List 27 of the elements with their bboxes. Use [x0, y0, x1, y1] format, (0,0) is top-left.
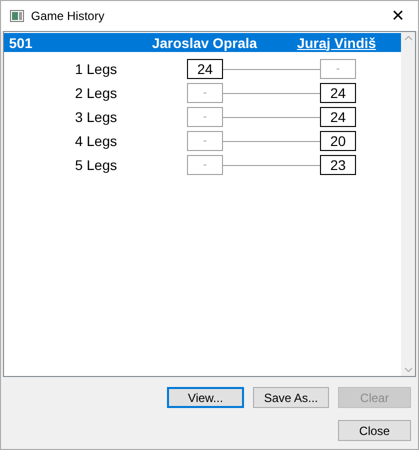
- dialog-button[interactable]: Close: [338, 420, 411, 441]
- window-app-icon: [10, 10, 24, 22]
- score-cell: -: [187, 83, 223, 103]
- window-title: Game History: [31, 9, 106, 23]
- dialog-button[interactable]: View...: [167, 387, 244, 408]
- scroll-up-icon[interactable]: [404, 35, 412, 41]
- leg-label: 3 Legs: [74, 109, 117, 125]
- score-cell: -: [187, 107, 223, 127]
- leg-label: 4 Legs: [74, 133, 117, 149]
- score-cell: 23: [320, 155, 356, 175]
- leg-label: 1 Legs: [74, 61, 117, 77]
- score-cell: -: [187, 155, 223, 175]
- game-type: 501: [8, 34, 34, 50]
- score-cell: -: [187, 131, 223, 151]
- score-cell: 24: [187, 59, 223, 79]
- close-icon[interactable]: ✕: [384, 6, 412, 26]
- dialog-button[interactable]: Save As...: [253, 387, 329, 408]
- leg-label: 5 Legs: [74, 157, 117, 173]
- score-cell: 24: [320, 107, 356, 127]
- score-cell: -: [320, 59, 356, 79]
- player-name: Juraj Vindiš: [296, 34, 378, 50]
- score-cell: 24: [320, 83, 356, 103]
- player-name: Jaroslav Oprala: [150, 34, 258, 50]
- scrollbar[interactable]: [401, 32, 415, 376]
- scroll-down-icon[interactable]: [404, 367, 412, 373]
- leg-label: 2 Legs: [74, 85, 117, 101]
- score-cell: 20: [320, 131, 356, 151]
